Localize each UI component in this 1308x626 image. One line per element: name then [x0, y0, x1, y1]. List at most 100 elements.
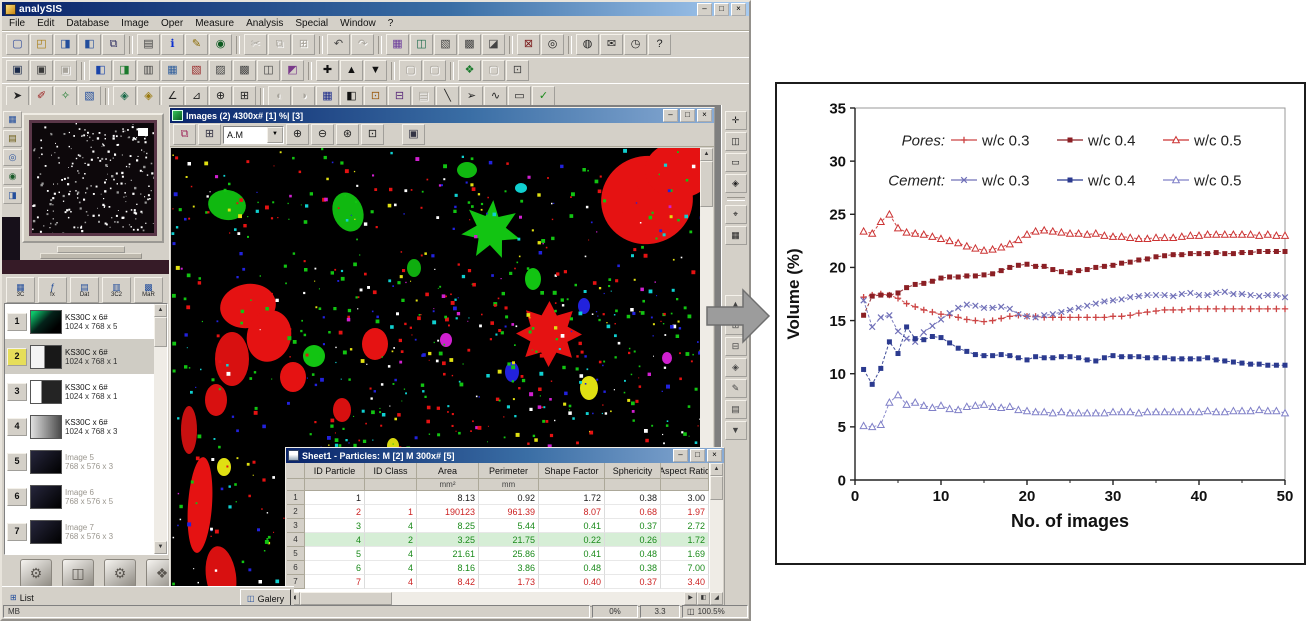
count-icon[interactable]: ⊕	[209, 86, 232, 107]
arrow-tool-icon[interactable]: ➢	[460, 86, 483, 107]
folder-image-icon[interactable]: ◧	[89, 60, 112, 81]
select-icon[interactable]: ▭	[725, 153, 747, 172]
app-close-icon[interactable]: ×	[731, 3, 746, 16]
open-icon[interactable]: ◰	[30, 34, 53, 55]
view-icon[interactable]: ◎	[541, 34, 564, 55]
grid-view-icon[interactable]: ⊞	[198, 124, 221, 145]
binarize-icon[interactable]: ◧	[340, 86, 363, 107]
raise-icon[interactable]: ▲	[340, 60, 363, 81]
menu-window[interactable]: Window	[334, 18, 382, 29]
sheet-window-titlebar[interactable]: Sheet1 - Particles: M [2] M 300x# [5] –□…	[286, 448, 724, 463]
image-window-maximize-icon[interactable]: □	[680, 109, 695, 122]
column-header[interactable]: ID Class	[365, 463, 417, 479]
workstation-3d-icon[interactable]: ◫	[62, 559, 94, 588]
pan-icon[interactable]: ⊡	[361, 124, 384, 145]
resize-grip-icon[interactable]: ◢	[710, 592, 723, 605]
help-icon[interactable]: ?	[648, 34, 671, 55]
clock-icon[interactable]: ◷	[624, 34, 647, 55]
layers-icon[interactable]: ▦	[161, 60, 184, 81]
hand-tool-icon[interactable]: ◫	[725, 132, 747, 151]
zoom-in-icon[interactable]: ⊕	[286, 124, 309, 145]
table-row[interactable]: 3348.255.440.410.372.72	[287, 519, 723, 533]
column-header[interactable]: Area	[417, 463, 479, 479]
image-list-item-7[interactable]: 7Image 7768 x 576 x 3	[5, 514, 154, 549]
target-icon[interactable]: ⌖	[725, 205, 747, 224]
menu-measure[interactable]: Measure	[189, 18, 240, 29]
scroll-thumb[interactable]	[700, 161, 713, 207]
sheet-vscrollbar[interactable]: ▲	[710, 463, 723, 592]
column-header[interactable]: Aspect Ratio	[661, 463, 709, 479]
combo-dropdown-icon[interactable]: ▼	[267, 127, 283, 143]
app-minimize-icon[interactable]: –	[697, 3, 712, 16]
image-number-button[interactable]: 5	[7, 453, 27, 471]
menu-special[interactable]: Special	[289, 18, 334, 29]
zoom-tool-icon[interactable]: ✛	[725, 111, 747, 130]
duplicate-icon[interactable]: ◫	[257, 60, 280, 81]
stack-icon[interactable]: ▥	[137, 60, 160, 81]
sheet-window-close-icon[interactable]: ×	[707, 449, 722, 462]
microscope-3d-icon[interactable]: ⚙	[20, 559, 52, 588]
image-list-item-4[interactable]: 4KS30C x 6#1024 x 768 x 3	[5, 409, 154, 444]
image1-icon[interactable]: ▣	[6, 60, 29, 81]
scroll-thumb[interactable]	[300, 592, 392, 605]
menu-file[interactable]: File	[3, 18, 31, 29]
link-icon[interactable]: ⊠	[517, 34, 540, 55]
grid2-icon[interactable]: ▦	[725, 226, 747, 245]
color-extract-icon[interactable]: ❖	[458, 60, 481, 81]
display-icon[interactable]: ◫	[410, 34, 433, 55]
down2-icon[interactable]: ▼	[725, 421, 747, 440]
scroll-split-icon[interactable]: ◧	[697, 592, 710, 605]
sheet-window-maximize-icon[interactable]: □	[690, 449, 705, 462]
wand-icon[interactable]: ✧	[54, 86, 77, 107]
edit-icon[interactable]: ✎	[185, 34, 208, 55]
scroll-thumb[interactable]	[710, 476, 723, 500]
gallery-icon[interactable]: ▦	[3, 111, 22, 128]
gear-3d-icon[interactable]: ⚙	[104, 559, 136, 588]
image-list-item-6[interactable]: 6Image 6768 x 576 x 5	[5, 479, 154, 514]
compare-icon[interactable]: ▨	[209, 60, 232, 81]
save-icon[interactable]: ◨	[54, 34, 77, 55]
movie-icon[interactable]: ▦	[386, 34, 409, 55]
column-header[interactable]: Sphericity	[605, 463, 661, 479]
scroll-up-icon[interactable]: ▲	[154, 304, 167, 317]
save-as-icon[interactable]: ◧	[78, 34, 101, 55]
zoom-out-icon[interactable]: ⊖	[311, 124, 334, 145]
info2-icon[interactable]: ▣	[402, 124, 425, 145]
scroll-thumb[interactable]	[154, 317, 167, 347]
polyline-icon[interactable]: ∿	[484, 86, 507, 107]
scroll-right-icon[interactable]: ▶	[684, 592, 697, 605]
table-row[interactable]: 6648.163.860.480.387.00	[287, 561, 723, 575]
tile-icon[interactable]: ▩	[233, 60, 256, 81]
check-icon[interactable]: ✓	[532, 86, 555, 107]
image-window-close-icon[interactable]: ×	[697, 109, 712, 122]
mag-icon[interactable]: ◎	[3, 149, 22, 166]
roi-icon[interactable]: ▧	[78, 86, 101, 107]
merge-icon[interactable]: ▧	[185, 60, 208, 81]
image-window-minimize-icon[interactable]: –	[663, 109, 678, 122]
copy-view-icon[interactable]: ⧉	[173, 124, 196, 145]
list2-icon[interactable]: ▤	[725, 400, 747, 419]
image-list-scrollbar[interactable]: ▲ ▼	[154, 304, 167, 554]
new-icon[interactable]: ▢	[6, 34, 29, 55]
column-header[interactable]: Perimeter	[479, 463, 539, 479]
zoom-fit-icon[interactable]: ⊛	[336, 124, 359, 145]
import-image-icon[interactable]: ◨	[113, 60, 136, 81]
camera-icon[interactable]: ◉	[209, 34, 232, 55]
ruler-icon[interactable]: ⊿	[185, 86, 208, 107]
image-number-button[interactable]: 1	[7, 313, 27, 331]
info-icon[interactable]: ℹ	[161, 34, 184, 55]
menu-edit[interactable]: Edit	[31, 18, 60, 29]
frame-icon[interactable]: ⊡	[506, 60, 529, 81]
panel-tab-3c[interactable]: ▦3C	[6, 277, 35, 303]
mail-icon[interactable]: ✉	[600, 34, 623, 55]
tab-list[interactable]: ⊞ List	[4, 589, 40, 606]
table-row[interactable]: 55421.6125.860.410.481.69	[287, 547, 723, 561]
menu-oper[interactable]: Oper	[155, 18, 189, 29]
separate-icon[interactable]: ⊟	[388, 86, 411, 107]
image-number-button[interactable]: 7	[7, 523, 27, 541]
lower-icon[interactable]: ▼	[364, 60, 387, 81]
panel-tab-dat[interactable]: ▤Dat	[70, 277, 99, 303]
line-icon[interactable]: ╲	[436, 86, 459, 107]
panel-tab-mar[interactable]: ▩MaR	[134, 277, 163, 303]
image-number-button[interactable]: 2	[7, 348, 27, 366]
